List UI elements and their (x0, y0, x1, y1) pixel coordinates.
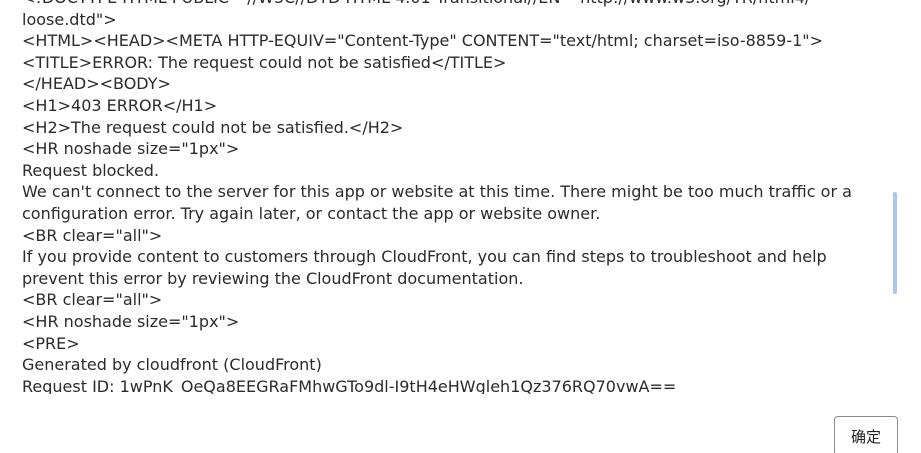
error-dialog: <!DOCTYPE HTML PUBLIC "-//W3C//DTD HTML … (0, 0, 921, 453)
ok-button[interactable]: 确定 (834, 416, 898, 453)
source-line-body: </HEAD><BODY> (22, 74, 171, 94)
error-source-viewport[interactable]: <!DOCTYPE HTML PUBLIC "-//W3C//DTD HTML … (0, 0, 900, 394)
source-line-request-blocked: Request blocked. (22, 160, 160, 180)
source-line-dtd: loose.dtd"> (22, 9, 117, 29)
source-line-generated-by: Generated by cloudfront (CloudFront) (22, 355, 322, 375)
error-source-text: <!DOCTYPE HTML PUBLIC "-//W3C//DTD HTML … (22, 0, 892, 394)
source-line-br: <BR clear="all"> (22, 225, 163, 245)
source-line-doctype: <!DOCTYPE HTML PUBLIC "-//W3C//DTD HTML … (22, 0, 892, 9)
source-line-h1: <H1>403 ERROR</H1> (22, 95, 218, 115)
source-line-html-head: <HTML><HEAD><META HTTP-EQUIV="Content-Ty… (22, 31, 824, 51)
vertical-scrollbar[interactable] (893, 192, 897, 294)
source-line-connect-message: We can't connect to the server for this … (22, 182, 852, 223)
source-line-cloudfront-help: If you provide content to customers thro… (22, 247, 827, 288)
source-line-request-id: Request ID: 1wPnK_OeQa8EEGRaFMhwGTo9dl-I… (22, 376, 677, 394)
source-line-hr: <HR noshade size="1px"> (22, 139, 240, 159)
source-line-pre: <PRE> (22, 333, 80, 353)
source-line-h2: <H2>The request could not be satisfied.<… (22, 117, 404, 137)
source-line-title: <TITLE>ERROR: The request could not be s… (22, 52, 507, 72)
source-line-br-2: <BR clear="all"> (22, 290, 163, 310)
source-line-hr-2: <HR noshade size="1px"> (22, 311, 240, 331)
